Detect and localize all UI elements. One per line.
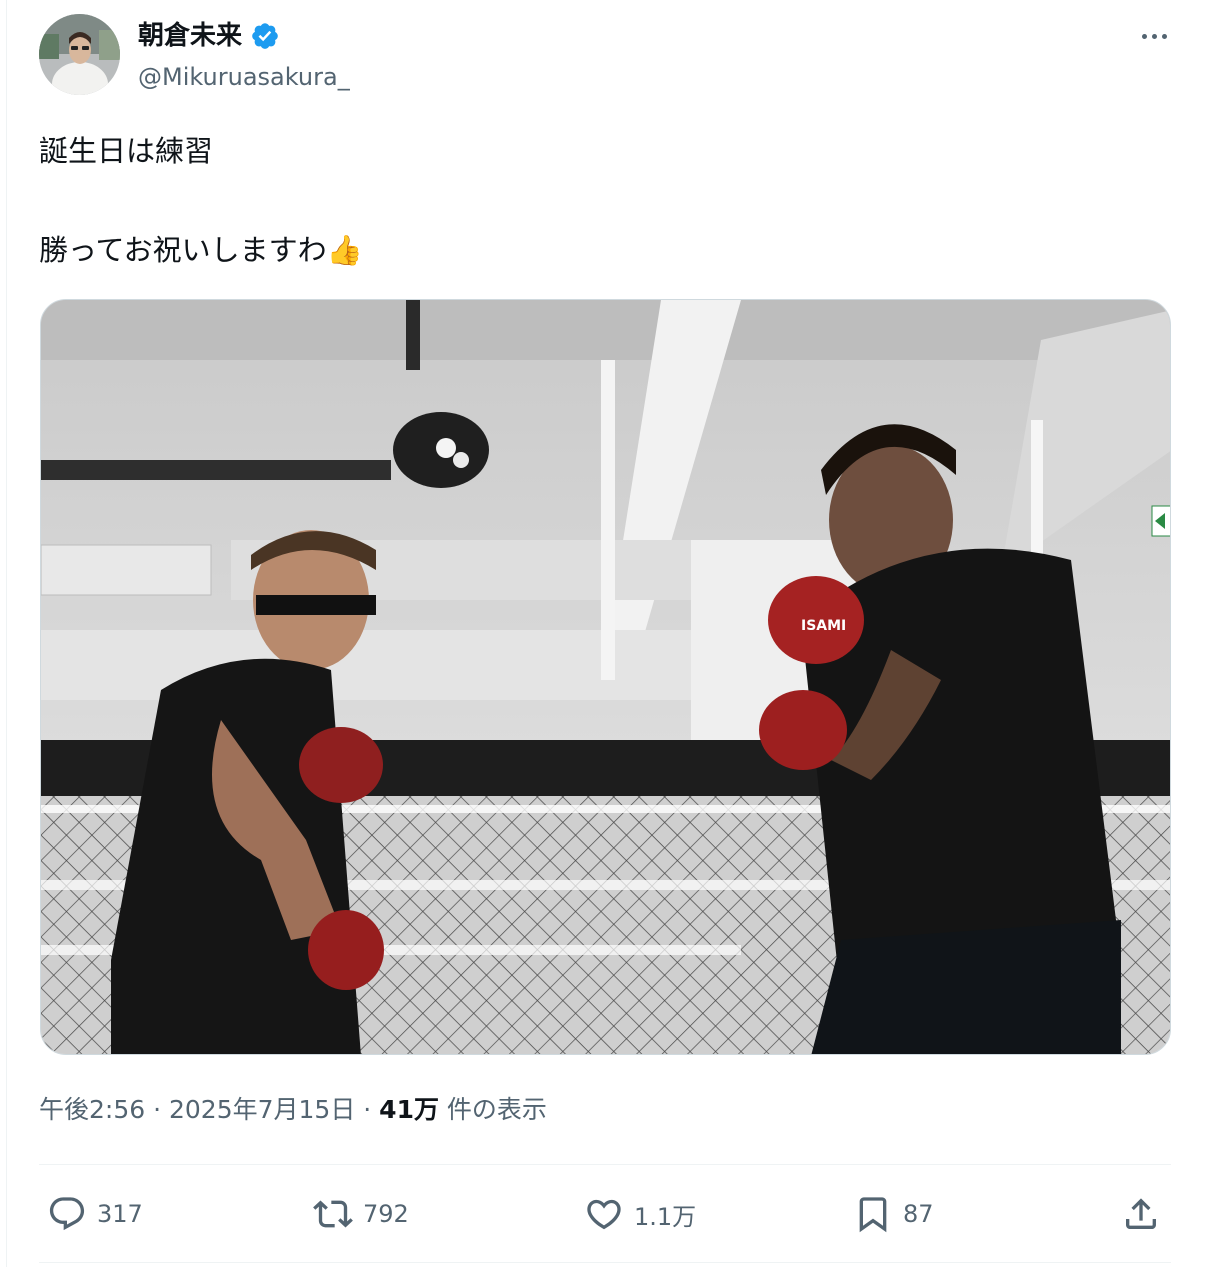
action-bar: 317 792 1.1万 87 <box>39 1190 1171 1238</box>
divider <box>39 1262 1171 1263</box>
display-name[interactable]: 朝倉未来 <box>138 18 280 54</box>
tweet-photo[interactable]: ISAMI <box>40 299 1171 1055</box>
heart-icon <box>587 1199 621 1230</box>
display-name-text: 朝倉未来 <box>138 21 243 51</box>
share-icon <box>1126 1198 1156 1229</box>
divider <box>6 0 7 1267</box>
tweet-text-line-2: 勝ってお祝いしますわ👍 <box>39 233 363 267</box>
tweet-time[interactable]: 午後2:56 <box>39 1092 145 1128</box>
user-handle[interactable]: @Mikuruasakura_ <box>138 61 350 93</box>
bookmark-count: 87 <box>903 1200 934 1228</box>
avatar[interactable] <box>39 14 120 95</box>
bookmark-button[interactable]: 87 <box>853 1190 934 1238</box>
verified-badge-icon <box>252 23 278 49</box>
views-label: 件の表示 <box>438 1095 547 1124</box>
meta-separator: · <box>355 1095 380 1124</box>
repost-count: 792 <box>363 1200 409 1228</box>
tweet-date[interactable]: 2025年7月15日 <box>169 1092 355 1128</box>
repost-icon <box>313 1200 353 1228</box>
tweet-text-line-1: 誕生日は練習 <box>39 134 214 168</box>
divider <box>39 1164 1171 1165</box>
reply-icon <box>49 1197 85 1231</box>
tweet-card: 朝倉未来 @Mikuruasakura_ 誕生日は練習 勝ってお祝いしますわ👍 <box>0 0 1217 1267</box>
more-icon[interactable] <box>1134 20 1174 52</box>
glove-label: ISAMI <box>801 618 846 634</box>
sparring-photo: ISAMI <box>41 300 1170 1054</box>
reply-button[interactable]: 317 <box>47 1190 143 1238</box>
tweet-metadata: 午後2:56 · 2025年7月15日 · 41万 件の表示 <box>39 1092 547 1128</box>
views-count: 41万 <box>379 1095 439 1124</box>
like-count: 1.1万 <box>634 1202 697 1231</box>
bookmark-icon <box>859 1197 887 1233</box>
repost-button[interactable]: 792 <box>313 1190 409 1238</box>
reply-count: 317 <box>97 1200 143 1228</box>
meta-separator: · <box>145 1095 169 1124</box>
share-button[interactable] <box>1121 1190 1161 1238</box>
avatar-image <box>39 14 120 95</box>
like-button[interactable]: 1.1万 <box>584 1190 696 1238</box>
